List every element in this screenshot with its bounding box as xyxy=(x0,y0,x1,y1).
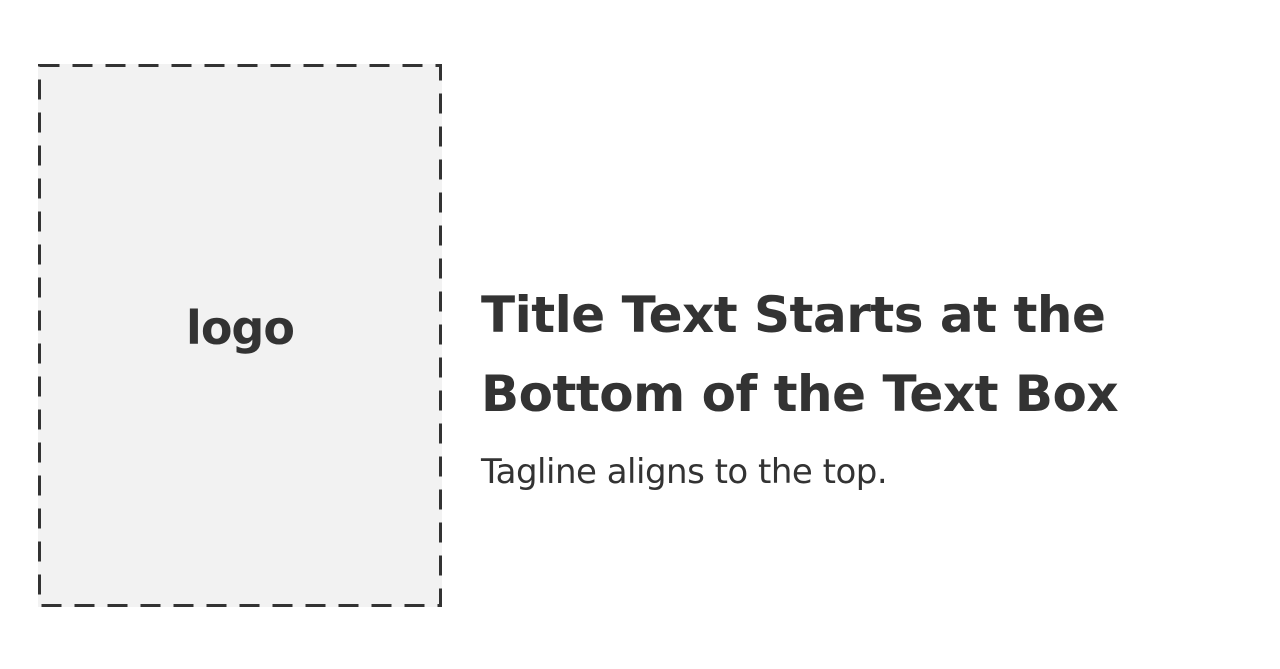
logo-placeholder: logo xyxy=(38,64,442,607)
tagline-text: Tagline aligns to the top. xyxy=(481,452,888,492)
text-block: Title Text Starts at the Bottom of the T… xyxy=(481,276,1261,494)
title-line-2: Bottom of the Text Box xyxy=(481,365,1119,423)
title-line-1: Title Text Starts at the xyxy=(481,286,1106,344)
logo-label: logo xyxy=(186,300,295,355)
title-text: Title Text Starts at the Bottom of the T… xyxy=(481,276,1261,434)
